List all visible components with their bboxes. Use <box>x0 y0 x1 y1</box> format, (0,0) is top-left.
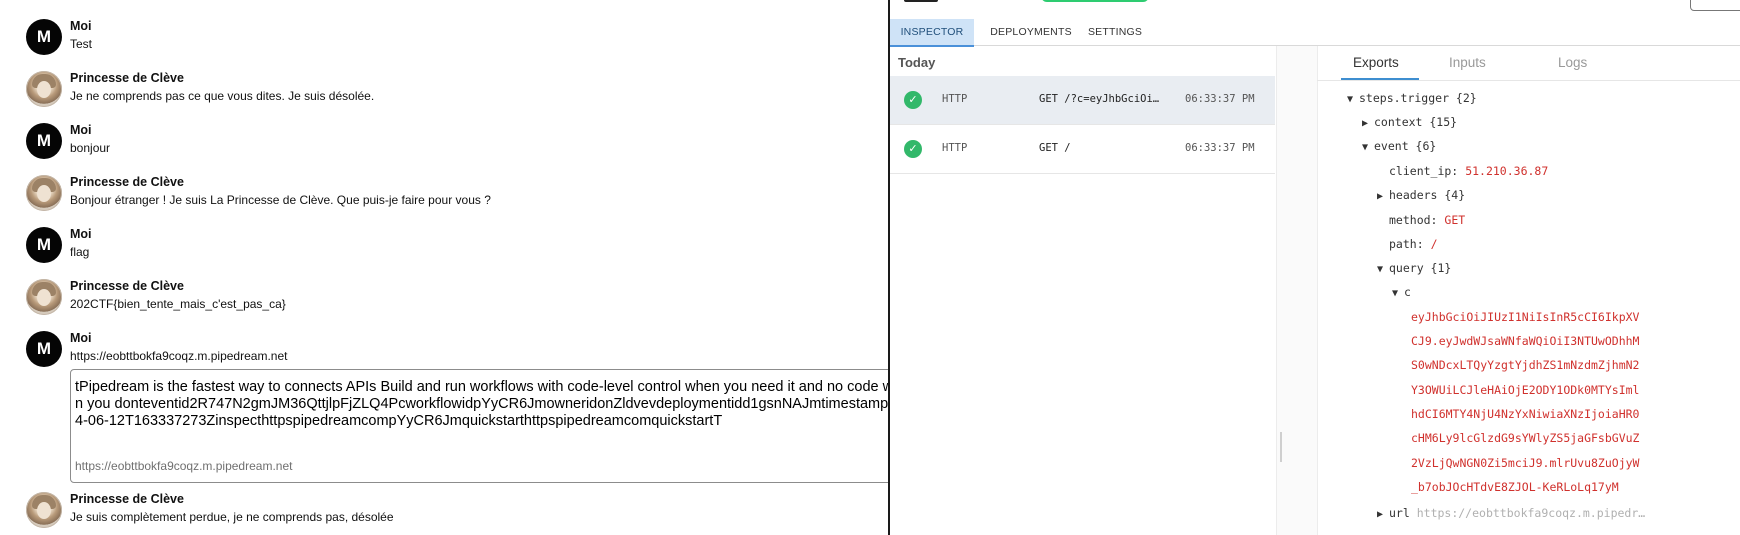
tree-label: query {1} <box>1389 261 1452 275</box>
message-author: Moi <box>70 331 92 345</box>
tab-rule <box>1317 80 1740 81</box>
tab-inputs[interactable]: Inputs <box>1449 55 1486 70</box>
link-preview-body: tPipedream is the fastest way to connect… <box>75 379 888 429</box>
event-summary: GET /?c=eyJhbGciOi… <box>1039 93 1160 105</box>
tree-label: url <box>1389 506 1410 520</box>
event-row[interactable]: ✓ HTTP GET / 06:33:37 PM <box>890 125 1275 174</box>
message-author: Princesse de Clève <box>70 71 184 85</box>
tree-node-context[interactable]: ▶ context {15} <box>1362 115 1457 129</box>
tree-label: event {6} <box>1374 139 1437 153</box>
message-text[interactable]: https://eobttbokfa9coqz.m.pipedream.net <box>70 349 287 363</box>
tree-field-client-ip: client_ip: 51.210.36.87 <box>1389 164 1548 178</box>
workflow-title-fragment <box>904 0 938 2</box>
tab-logs[interactable]: Logs <box>1558 55 1587 70</box>
tree-label: context {15} <box>1374 115 1458 129</box>
tab-settings[interactable]: SETTINGS <box>1082 19 1148 45</box>
message-author: Princesse de Clève <box>70 175 184 189</box>
active-tab-indicator <box>1341 78 1419 80</box>
tree-label: headers {4} <box>1389 188 1466 202</box>
pane-divider[interactable] <box>1276 46 1318 535</box>
status-pill[interactable] <box>1041 0 1149 2</box>
event-source: HTTP <box>942 93 968 105</box>
message-author: Moi <box>70 19 92 33</box>
caret-down-icon: ▼ <box>1362 142 1369 153</box>
tab-inspector[interactable]: INSPECTOR <box>890 19 974 47</box>
field-key: path: <box>1389 237 1424 251</box>
avatar <box>26 175 62 211</box>
message-text: flag <box>70 245 90 259</box>
message-text: Je ne comprends pas ce que vous dites. J… <box>70 89 375 103</box>
avatar: M <box>26 19 62 55</box>
field-value[interactable]: 51.210.36.87 <box>1465 164 1548 178</box>
link-preview-url[interactable]: https://eobttbokfa9coqz.m.pipedream.net <box>75 459 292 473</box>
tree-field-path: path: / <box>1389 237 1438 251</box>
query-c-value-line[interactable]: cHM6Ly9lcGlzdG9sYWlyZS5jaGFsbGVuZ <box>1411 431 1639 445</box>
query-c-value-line[interactable]: CJ9.eyJwdWJsaWNfaWQiOiI3NTUwODhhM <box>1411 334 1639 348</box>
tree-node-c[interactable]: ▼ c <box>1392 285 1411 299</box>
message-author: Moi <box>70 227 92 241</box>
message-author: Moi <box>70 123 92 137</box>
avatar <box>26 71 62 107</box>
query-c-value-line[interactable]: eyJhbGciOiJIUzI1NiIsInR5cCI6IkpXV <box>1411 310 1639 324</box>
success-check-icon: ✓ <box>904 91 922 109</box>
field-value[interactable]: GET <box>1444 213 1465 227</box>
caret-right-icon: ▶ <box>1362 118 1369 129</box>
query-c-value-line[interactable]: 2VzLjQwNGN0Zi5mciJ9.mlrUvu8ZuOjyW <box>1411 456 1639 470</box>
avatar <box>26 492 62 528</box>
query-c-value-line[interactable]: Y3OWUiLCJleHAiOjE2ODY1ODk0MTYsIml <box>1411 383 1639 397</box>
avatar: M <box>26 227 62 263</box>
caret-down-icon: ▼ <box>1347 94 1354 105</box>
link-preview-card[interactable]: tPipedream is the fastest way to connect… <box>70 369 888 483</box>
main-tabs: INSPECTOR DEPLOYMENTS SETTINGS <box>890 19 1740 47</box>
success-check-icon: ✓ <box>904 140 922 158</box>
field-key: method: <box>1389 213 1438 227</box>
query-c-value-line[interactable]: hdCI6MTY4NjU4NzYxNiwiaXNzIjoiaHR0 <box>1411 407 1639 421</box>
tree-label: c <box>1404 285 1411 299</box>
tab-exports[interactable]: Exports <box>1353 55 1399 70</box>
field-value[interactable]: https://eobttbokfa9coqz.m.pipedr… <box>1417 506 1645 520</box>
event-summary: GET / <box>1039 142 1071 154</box>
query-c-value-line[interactable]: _b7obJOcHTdvE8ZJOL-KeRLoLq17yM <box>1411 480 1619 494</box>
events-list: Today ✓ HTTP GET /?c=eyJhbGciOi… 06:33:3… <box>890 46 1275 535</box>
caret-right-icon: ▶ <box>1377 509 1384 520</box>
message-text: Test <box>70 37 93 51</box>
avatar: M <box>26 123 62 159</box>
message-author: Princesse de Clève <box>70 279 184 293</box>
inspector-pane: Exports Inputs Logs ▼ steps.trigger {2} ▶… <box>1317 46 1740 535</box>
query-c-value-line[interactable]: S0wNDcxLTQyYzgtYjdhZS1mNzdmZjhmN2 <box>1411 358 1639 372</box>
tree-node-headers[interactable]: ▶ headers {4} <box>1377 188 1465 202</box>
tree-field-method: method: GET <box>1389 213 1465 227</box>
pipedream-panel: INSPECTOR DEPLOYMENTS SETTINGS Today ✓ H… <box>888 0 1740 535</box>
top-right-button[interactable] <box>1690 0 1740 11</box>
event-time: 06:33:37 PM <box>1185 142 1255 154</box>
caret-down-icon: ▼ <box>1392 288 1399 299</box>
event-time: 06:33:37 PM <box>1185 93 1255 105</box>
message-text: bonjour <box>70 141 111 155</box>
field-key: client_ip: <box>1389 164 1459 178</box>
message-author: Princesse de Clève <box>70 492 184 506</box>
resize-handle[interactable] <box>1280 432 1282 462</box>
event-source: HTTP <box>942 142 968 154</box>
tree-node-event[interactable]: ▼ event {6} <box>1362 139 1436 153</box>
tree-node-url[interactable]: ▶ url https://eobttbokfa9coqz.m.pipedr… <box>1377 506 1645 520</box>
field-value[interactable]: / <box>1431 237 1438 251</box>
event-row[interactable]: ✓ HTTP GET /?c=eyJhbGciOi… 06:33:37 PM <box>890 76 1275 125</box>
tree-node-query[interactable]: ▼ query {1} <box>1377 261 1451 275</box>
message-text: 202CTF{bien_tente_mais_c'est_pas_ca} <box>70 297 286 311</box>
avatar <box>26 279 62 315</box>
chat-pane: M Moi Test Princesse de Clève Je ne comp… <box>0 0 888 535</box>
tree-node-steps-trigger[interactable]: ▼ steps.trigger {2} <box>1347 91 1477 105</box>
message-text: Bonjour étranger ! Je suis La Princesse … <box>70 193 491 207</box>
tree-label: steps.trigger {2} <box>1359 91 1477 105</box>
events-date-header: Today <box>898 55 936 70</box>
tab-deployments[interactable]: DEPLOYMENTS <box>986 19 1076 45</box>
caret-right-icon: ▶ <box>1377 191 1384 202</box>
caret-down-icon: ▼ <box>1377 264 1384 275</box>
avatar: M <box>26 331 62 367</box>
message-text: Je suis complètement perdue, je ne compr… <box>70 510 394 524</box>
